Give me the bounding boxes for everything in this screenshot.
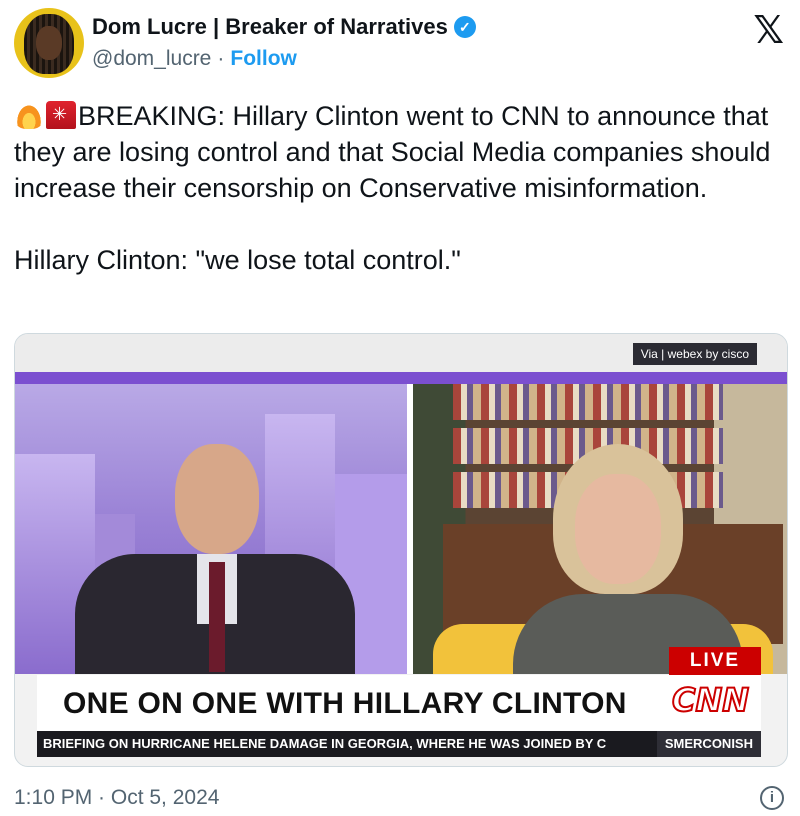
guest-panel [413,384,787,674]
webex-watermark: Via | webex by cisco [632,343,757,365]
follow-button[interactable]: Follow [230,47,297,71]
bookshelf [453,384,723,420]
host-figure [75,444,355,674]
guest-face [575,474,661,584]
tweet-body: BREAKING: Hillary Clinton went to CNN to… [14,101,771,275]
tweet-text: BREAKING: Hillary Clinton went to CNN to… [14,98,790,278]
verified-badge-icon: ✓ [453,16,476,38]
host-tie [209,562,225,672]
ticker-tag: SMERCONISH [656,731,761,757]
live-badge: LIVE [669,647,761,675]
avatar[interactable] [14,8,84,78]
news-ticker: BRIEFING ON HURRICANE HELENE DAMAGE IN G… [37,731,761,757]
chyron-title: ONE ON ONE WITH HILLARY CLINTON [63,687,627,720]
tweet-timestamp[interactable]: 1:10 PM · Oct 5, 2024 [14,786,219,810]
guest-figure [513,444,743,674]
separator-dot: · [217,47,225,70]
author-name-row: Dom Lucre | Breaker of Narratives ✓ [92,14,476,40]
tweet-header: Dom Lucre | Breaker of Narratives ✓ @dom… [0,0,800,90]
siren-emoji-icon [46,101,76,129]
video-top-bar: Via | webex by cisco [15,334,787,372]
purple-band [15,372,787,384]
author-name[interactable]: Dom Lucre | Breaker of Narratives [92,14,448,40]
ticker-text: BRIEFING ON HURRICANE HELENE DAMAGE IN G… [43,736,607,751]
fire-emoji-icon [14,101,44,129]
avatar-face [36,26,62,60]
chyron: ONE ON ONE WITH HILLARY CLINTON CNN [37,675,761,731]
author-handle-row: @dom_lucre · Follow [92,47,297,71]
host-head [175,444,259,554]
info-icon[interactable]: i [760,786,784,810]
video-thumbnail[interactable]: Via | webex by cisco LIVE ONE ON ONE WIT… [14,333,788,767]
x-logo-icon[interactable]: 𝕏 [753,10,784,50]
host-panel [15,384,407,674]
author-handle[interactable]: @dom_lucre [92,47,211,71]
cnn-logo: CNN [671,680,750,720]
